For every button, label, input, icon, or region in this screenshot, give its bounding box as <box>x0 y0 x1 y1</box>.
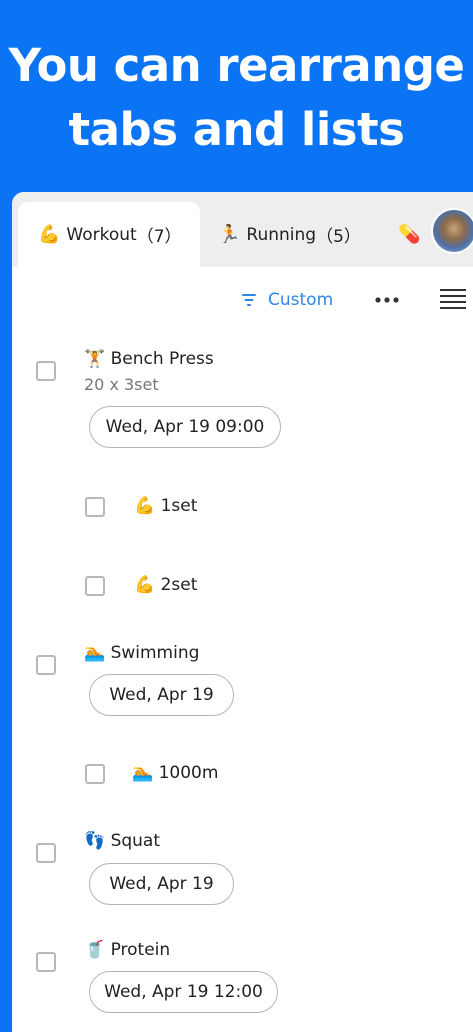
pill-icon: 💊 <box>398 224 421 245</box>
task-checkbox[interactable] <box>36 952 56 972</box>
more-horizontal-icon <box>375 297 399 303</box>
subtask-title: 2set <box>160 575 198 595</box>
subtask-title: 1set <box>160 496 198 516</box>
flexed-biceps-icon: 💪 <box>134 496 156 516</box>
task-title: Bench Press <box>110 349 214 369</box>
tab-running[interactable]: 🏃 Running （5） <box>218 202 361 267</box>
tab-pill[interactable]: 💊 <box>398 202 426 267</box>
subtask-title-row[interactable]: 💪 2set <box>134 575 197 595</box>
footprints-icon: 👣 <box>84 831 106 851</box>
subtask-title-row[interactable]: 💪 1set <box>134 496 197 516</box>
runner-icon: 🏃 <box>218 224 241 245</box>
swimmer-icon: 🏊 <box>132 763 154 783</box>
cup-with-straw-icon: 🥤 <box>84 940 106 960</box>
task-title: Swimming <box>110 643 200 663</box>
tab-workout[interactable]: 💪 Workout （7） <box>18 202 200 267</box>
task-title: Protein <box>110 940 171 960</box>
list-view-menu-button[interactable] <box>440 286 466 312</box>
list-toolbar: Custom <box>12 272 473 327</box>
avatar[interactable] <box>431 208 473 254</box>
tab-bar: 💪 Workout （7） 🏃 Running （5） 💊 <box>12 192 473 267</box>
weightlifter-icon: 🏋 <box>84 349 106 369</box>
sort-filter-label: Custom <box>268 290 334 310</box>
tab-count: （7） <box>136 227 182 247</box>
subtask-checkbox[interactable] <box>85 497 105 517</box>
filter-icon <box>242 294 256 306</box>
due-date-chip[interactable]: Wed, Apr 19 09:00 <box>89 406 281 448</box>
task-title-row[interactable]: 👣 Squat <box>84 831 160 851</box>
task-title: Squat <box>110 831 161 851</box>
subtask-checkbox[interactable] <box>85 576 105 596</box>
due-date-chip[interactable]: Wed, Apr 19 <box>89 863 234 905</box>
more-options-button[interactable] <box>372 284 402 316</box>
tab-count: （5） <box>316 227 361 247</box>
task-checkbox[interactable] <box>36 655 56 675</box>
due-date-chip[interactable]: Wed, Apr 19 <box>89 674 234 716</box>
subtask-title: 1000m <box>158 763 219 783</box>
app-screen: 💪 Workout （7） 🏃 Running （5） 💊 Custom 🏋 B… <box>12 192 473 1032</box>
task-note: 20 x 3set <box>84 375 159 394</box>
sort-filter-button[interactable]: Custom <box>242 282 333 318</box>
task-title-row[interactable]: 🏊 Swimming <box>84 643 199 663</box>
swimmer-icon: 🏊 <box>84 643 106 663</box>
promo-headline-line1: You can rearrange <box>8 39 465 92</box>
flexed-biceps-icon: 💪 <box>134 575 156 595</box>
task-checkbox[interactable] <box>36 843 56 863</box>
due-date-chip[interactable]: Wed, Apr 19 12:00 <box>89 971 278 1013</box>
task-title-row[interactable]: 🥤 Protein <box>84 940 170 960</box>
promo-headline-line2: tabs and lists <box>68 103 405 156</box>
flexed-biceps-icon: 💪 <box>38 224 61 245</box>
task-title-row[interactable]: 🏋 Bench Press <box>84 349 214 369</box>
tab-label: Running <box>246 224 317 245</box>
task-checkbox[interactable] <box>36 361 56 381</box>
promo-headline: You can rearrange tabs and lists <box>0 34 473 162</box>
subtask-title-row[interactable]: 🏊 1000m <box>132 763 218 783</box>
subtask-checkbox[interactable] <box>85 764 105 784</box>
tab-label: Workout <box>66 224 137 245</box>
